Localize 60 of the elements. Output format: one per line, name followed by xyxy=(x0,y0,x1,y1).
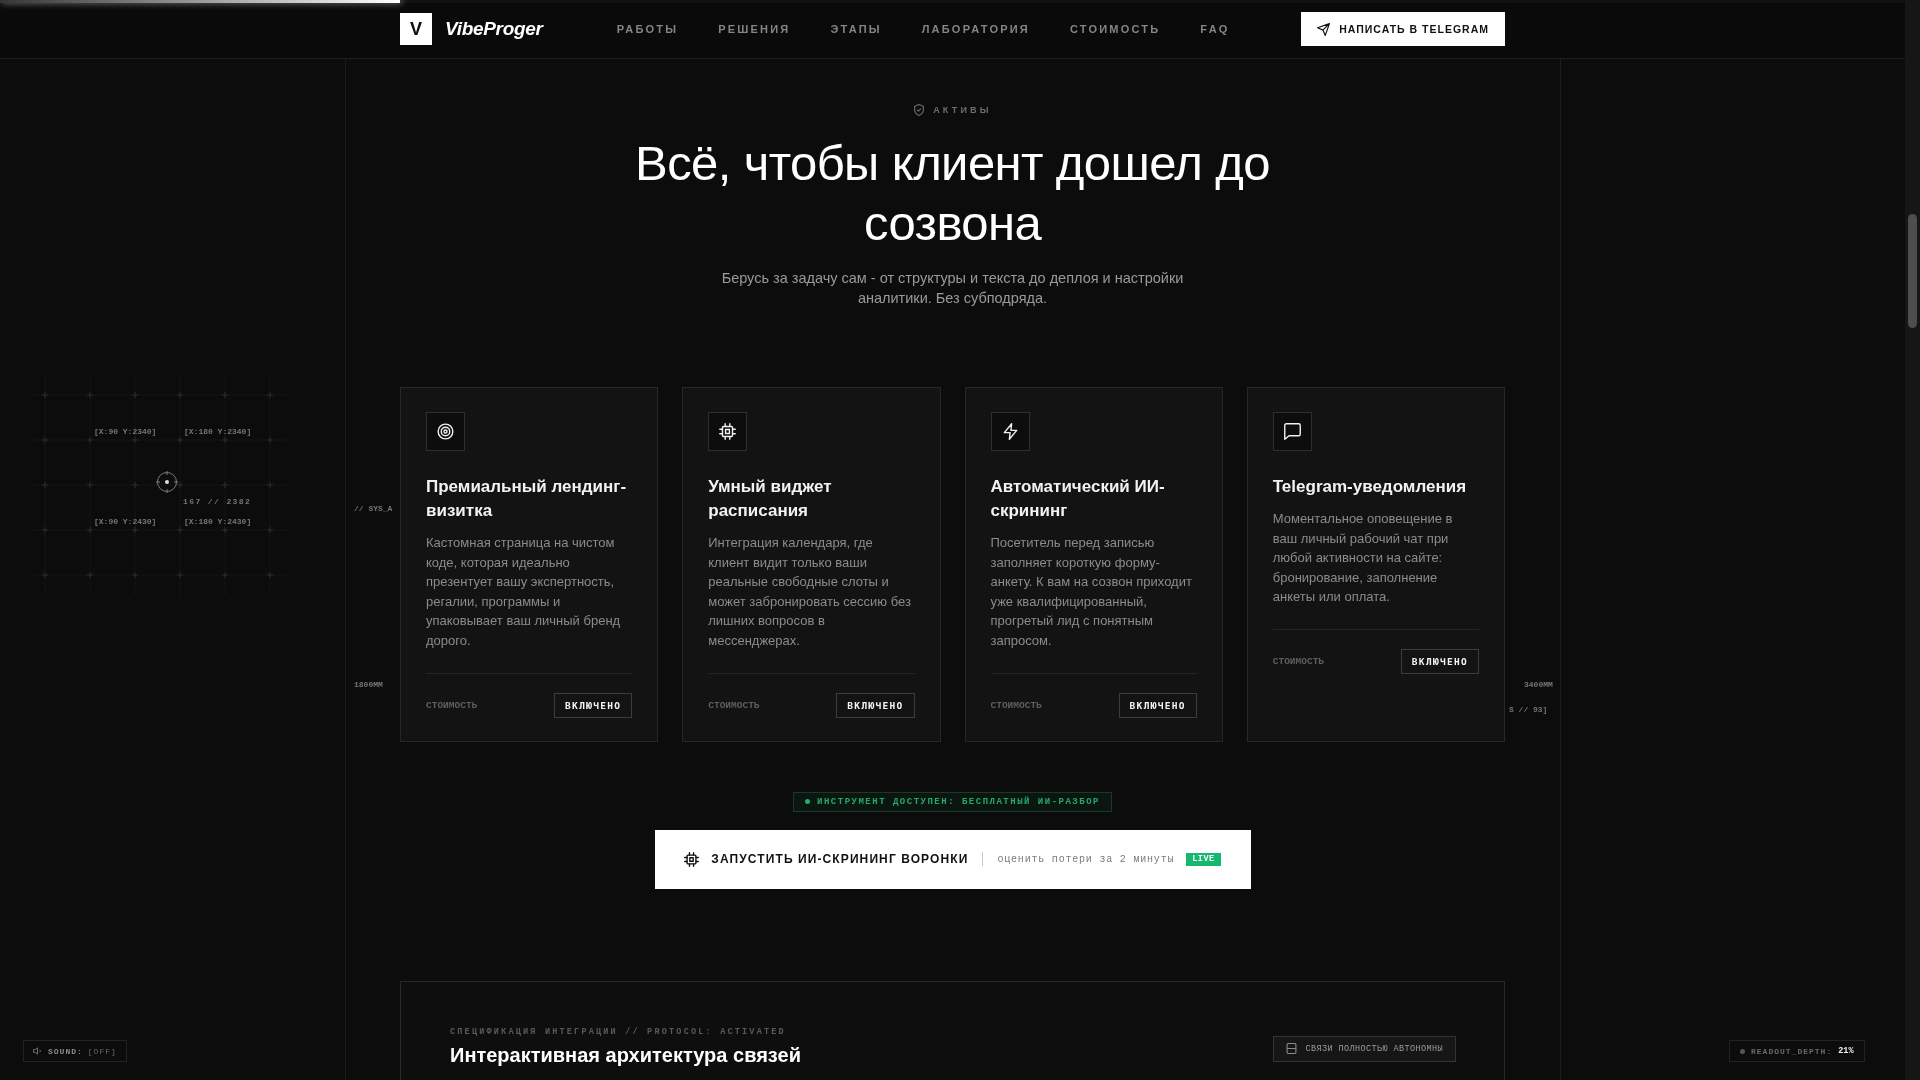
chat-icon xyxy=(1272,412,1312,451)
cursor-readout: 167 // 2382 xyxy=(183,497,252,507)
section-eyebrow: АКТИВЫ xyxy=(933,105,992,115)
card-title: Автоматический ИИ-скрининг xyxy=(990,476,1166,522)
status-dot-icon xyxy=(1740,1048,1745,1054)
price-tag: ВКЛЮЧЕНО xyxy=(836,692,915,718)
integration-eyebrow: СПЕЦИФИКАЦИЯ ИНТЕГРАЦИИ // PROTOCOL: ACTIVATED xyxy=(450,1025,787,1038)
coordinate-label: [X:90 Y:2340] xyxy=(94,427,157,437)
card-title: Умный виджет расписания xyxy=(708,476,833,522)
nav-link[interactable]: РЕШЕНИЯ xyxy=(718,23,791,35)
server-icon xyxy=(1286,1043,1298,1055)
nav-link[interactable]: РАБОТЫ xyxy=(616,23,679,35)
price-label: СТОИМОСТЬ xyxy=(426,699,478,711)
chip-icon xyxy=(684,851,700,867)
telegram-button[interactable]: НАПИСАТЬ В TELEGRAM xyxy=(1301,12,1505,46)
card-title: Премиальный лендинг-визитка xyxy=(426,476,628,522)
price-tag: ВКЛЮЧЕНО xyxy=(554,692,633,718)
card-description: Моментальное оповещение в ваш личный рабочий чат при любой активности на сайте: бронирование, заполнение анкеты или оплата. xyxy=(1272,510,1454,607)
card-description: Кастомная страница на чистом коде, которая идеально презентует вашу экспертность, регалии, программы и упаковывает ваш личный бренд дорого. xyxy=(426,534,622,650)
nav-link[interactable]: FAQ xyxy=(1200,23,1230,35)
price-tag: ВКЛЮЧЕНО xyxy=(1118,692,1197,718)
scrollbar-thumb[interactable] xyxy=(1908,214,1917,328)
status-dot-icon xyxy=(805,799,811,805)
logo-mark: V xyxy=(400,13,432,45)
speaker-icon xyxy=(33,1046,43,1056)
brand-name: VibeProger xyxy=(445,18,543,40)
price-tag: ВКЛЮЧЕНО xyxy=(1400,648,1479,674)
screening-button[interactable]: ЗАПУСТИТЬ ИИ-СКРИНИНГ ВОРОНКИ оценить потери за 2 минуты LIVE xyxy=(654,829,1251,889)
section-title: Всё, чтобы клиент дошел до созвона xyxy=(634,135,1271,252)
send-icon xyxy=(1317,22,1331,36)
nav-link[interactable]: ЭТАПЫ xyxy=(830,23,882,35)
price-label: СТОИМОСТЬ xyxy=(708,699,760,711)
readout-value: 21% xyxy=(1838,1046,1854,1056)
chip-icon xyxy=(708,412,748,451)
shield-icon xyxy=(913,104,926,116)
crosshair-icon xyxy=(156,471,178,493)
card-title: Telegram-уведомления xyxy=(1272,476,1468,498)
integration-title: Интерактивная архитектура связей xyxy=(450,1043,801,1066)
coordinate-label: [X:180 Y:2340] xyxy=(184,427,252,437)
target-icon xyxy=(426,412,465,451)
price-label: СТОИМОСТЬ xyxy=(990,699,1042,711)
nav-link[interactable]: ЛАБОРАТОРИЯ xyxy=(921,23,1030,35)
coordinate-label: [X:180 Y:2430] xyxy=(184,517,252,527)
availability-text: ИНСТРУМЕНТ ДОСТУПЕН: БЕСПЛАТНЫЙ ИИ-РАЗБОР xyxy=(817,796,1100,807)
card-description: Интеграция календаря, где клиент видит только ваши реальные свободные слоты и может забронировать сессию без лишних вопросов в мессенджерах. xyxy=(708,534,912,650)
system-tag: S // 93] xyxy=(1509,705,1548,715)
lightning-icon xyxy=(990,412,1030,451)
section-subtitle: Берусь за задачу сам - от структуры и текста до деплоя и настройки аналитики. Без субподряда. xyxy=(720,269,1185,308)
price-label: СТОИМОСТЬ xyxy=(1272,655,1325,667)
system-tag: // SYS_A xyxy=(354,504,393,514)
ruler-label: 3400MM xyxy=(1524,680,1553,690)
status-text: СВЯЗИ ПОЛНОСТЬЮ АВТОНОМНЫ xyxy=(1305,1043,1443,1054)
coordinate-label: [X:90 Y:2430] xyxy=(94,517,157,527)
live-badge: LIVE xyxy=(1186,852,1221,866)
sound-toggle[interactable]: SOUND: [OFF] xyxy=(23,1040,127,1062)
card-description: Посетитель перед записью заполняет короткую форму-анкету. К вам на созвон приходит уже квалифицированный, прогретый лид с понятным запросом. xyxy=(990,534,1193,650)
readout-label: READOUT_DEPTH: xyxy=(1751,1046,1833,1056)
nav-link[interactable]: СТОИМОСТЬ xyxy=(1069,23,1161,35)
ruler-label: 1800MM xyxy=(354,680,383,690)
scrollbar-track[interactable] xyxy=(1905,0,1920,1080)
